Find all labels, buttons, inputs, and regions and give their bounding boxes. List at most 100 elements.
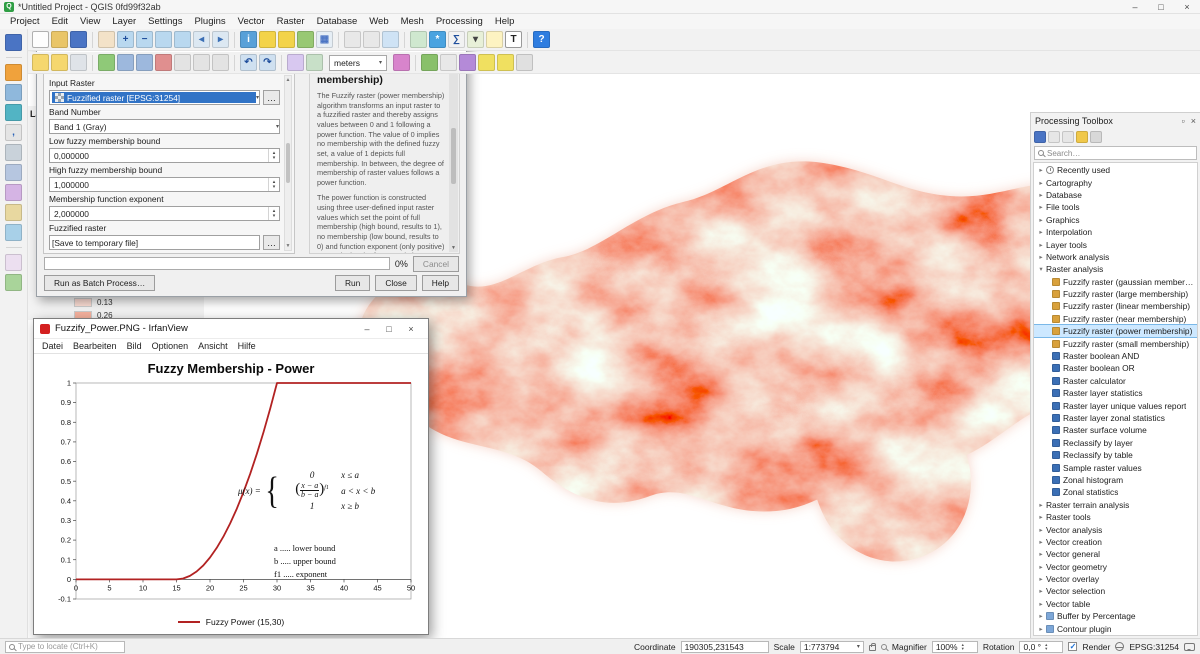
help-button[interactable]: Help bbox=[422, 275, 459, 291]
iv-menu-datei[interactable]: Datei bbox=[37, 341, 68, 351]
menu-layer[interactable]: Layer bbox=[106, 16, 142, 27]
snapping-options-icon[interactable] bbox=[393, 54, 410, 71]
iv-menu-ansicht[interactable]: Ansicht bbox=[193, 341, 233, 351]
undo-icon[interactable]: ↶ bbox=[240, 54, 257, 71]
spin-arrows-icon[interactable]: ▴▾ bbox=[1045, 643, 1047, 651]
results-viewer-icon[interactable] bbox=[1062, 131, 1074, 143]
band-number-combo[interactable]: Band 1 (Gray) ▾ bbox=[49, 119, 280, 134]
deselect-features-icon[interactable] bbox=[278, 31, 295, 48]
maximize-button[interactable]: □ bbox=[1148, 0, 1174, 14]
add-raster-layer-icon[interactable] bbox=[5, 84, 22, 101]
output-browse-button[interactable]: … bbox=[263, 235, 280, 250]
expand-arrow-icon[interactable]: ▸ bbox=[1036, 203, 1046, 211]
group-vector-general[interactable]: ▸Vector general bbox=[1034, 548, 1197, 560]
add-postgis-layer-icon[interactable] bbox=[5, 144, 22, 161]
algorithm-fuzzify-raster-power-membership[interactable]: Fuzzify raster (power membership) bbox=[1034, 325, 1197, 337]
group-layer-tools[interactable]: ▸Layer tools bbox=[1034, 238, 1197, 250]
group-vector-geometry[interactable]: ▸Vector geometry bbox=[1034, 561, 1197, 573]
pan-map-icon[interactable] bbox=[98, 31, 115, 48]
group-vector-selection[interactable]: ▸Vector selection bbox=[1034, 585, 1197, 597]
menu-view[interactable]: View bbox=[74, 16, 106, 27]
data-source-manager-icon[interactable] bbox=[5, 34, 22, 51]
algorithm-reclassify-by-layer[interactable]: Reclassify by layer bbox=[1034, 437, 1197, 449]
parameters-scrollbar[interactable]: ▲▼ bbox=[284, 75, 292, 251]
diagram-options-icon[interactable] bbox=[516, 54, 533, 71]
iv-close-button[interactable]: × bbox=[400, 322, 422, 336]
project-open-icon[interactable] bbox=[51, 31, 68, 48]
group-file-tools[interactable]: ▸File tools bbox=[1034, 201, 1197, 213]
group-recently-used[interactable]: ▸Recently used bbox=[1034, 164, 1197, 176]
menu-raster[interactable]: Raster bbox=[271, 16, 311, 27]
batch-process-button[interactable]: Run as Batch Process… bbox=[44, 275, 155, 291]
new-geopackage-layer-icon[interactable] bbox=[5, 274, 22, 291]
help-scrollbar[interactable]: ▲▼ bbox=[449, 59, 458, 252]
iv-menu-hilfe[interactable]: Hilfe bbox=[233, 341, 261, 351]
group-raster-terrain-analysis[interactable]: ▸Raster terrain analysis bbox=[1034, 499, 1197, 511]
identify-features-icon[interactable]: i bbox=[240, 31, 257, 48]
group-network-analysis[interactable]: ▸Network analysis bbox=[1034, 251, 1197, 263]
lock-scale-icon[interactable] bbox=[869, 645, 876, 651]
expand-arrow-icon[interactable]: ▸ bbox=[1036, 550, 1046, 558]
expand-arrow-icon[interactable]: ▸ bbox=[1036, 191, 1046, 199]
vertex-marker-icon[interactable] bbox=[421, 54, 438, 71]
group-buffer-by-percentage[interactable]: ▸Buffer by Percentage bbox=[1034, 610, 1197, 622]
run-button[interactable]: Run bbox=[335, 275, 370, 291]
expand-arrow-icon[interactable]: ▸ bbox=[1036, 241, 1046, 249]
menu-settings[interactable]: Settings bbox=[142, 16, 188, 27]
menu-web[interactable]: Web bbox=[363, 16, 394, 27]
zoom-last-icon[interactable]: ◂ bbox=[193, 31, 210, 48]
expand-arrow-icon[interactable]: ▸ bbox=[1036, 563, 1046, 571]
expand-arrow-icon[interactable]: ▸ bbox=[1036, 513, 1046, 521]
project-save-icon[interactable] bbox=[70, 31, 87, 48]
project-new-icon[interactable] bbox=[32, 31, 49, 48]
merge-features-icon[interactable] bbox=[306, 54, 323, 71]
models-menu-icon[interactable] bbox=[1034, 131, 1046, 143]
help-contents-icon[interactable]: ? bbox=[533, 31, 550, 48]
processing-toolbox-icon[interactable]: * bbox=[429, 31, 446, 48]
avoid-intersections-icon[interactable] bbox=[459, 54, 476, 71]
spin-arrows-icon[interactable]: ▴▾ bbox=[268, 207, 279, 220]
layer-labeling-icon[interactable] bbox=[478, 54, 495, 71]
algorithm-raster-layer-zonal-statistics[interactable]: Raster layer zonal statistics bbox=[1034, 412, 1197, 424]
add-spatialite-layer-icon[interactable] bbox=[5, 164, 22, 181]
cancel-button[interactable]: Cancel bbox=[413, 256, 459, 272]
input-raster-combo[interactable]: Fuzzified raster [EPSG:31254] ▾ bbox=[49, 90, 260, 105]
expand-arrow-icon[interactable]: ▸ bbox=[1036, 526, 1046, 534]
current-edits-icon[interactable] bbox=[32, 54, 49, 71]
close-button[interactable]: × bbox=[1174, 0, 1200, 14]
zoom-in-icon[interactable]: + bbox=[117, 31, 134, 48]
expand-arrow-icon[interactable]: ▸ bbox=[1036, 501, 1046, 509]
iv-menu-optionen[interactable]: Optionen bbox=[147, 341, 194, 351]
show-layout-manager-icon[interactable] bbox=[363, 31, 380, 48]
add-wfs-layer-icon[interactable] bbox=[5, 224, 22, 241]
menu-project[interactable]: Project bbox=[4, 16, 46, 27]
algorithm-raster-layer-unique-values-report[interactable]: Raster layer unique values report bbox=[1034, 399, 1197, 411]
menu-mesh[interactable]: Mesh bbox=[395, 16, 430, 27]
map-tips-icon[interactable] bbox=[486, 31, 503, 48]
iv-maximize-button[interactable]: □ bbox=[378, 322, 400, 336]
select-features-icon[interactable] bbox=[259, 31, 276, 48]
algorithm-fuzzify-raster-gaussian-membership[interactable]: Fuzzify raster (gaussian membership) bbox=[1034, 276, 1197, 288]
expand-arrow-icon[interactable]: ▸ bbox=[1036, 253, 1046, 261]
minimize-button[interactable]: – bbox=[1122, 0, 1148, 14]
add-wcs-layer-icon[interactable] bbox=[5, 204, 22, 221]
attribute-table-icon[interactable]: ▦ bbox=[316, 31, 333, 48]
zoom-next-icon[interactable]: ▸ bbox=[212, 31, 229, 48]
text-annotation-icon[interactable]: T bbox=[505, 31, 522, 48]
redo-icon[interactable]: ↷ bbox=[259, 54, 276, 71]
expand-arrow-icon[interactable]: ▸ bbox=[1036, 612, 1046, 620]
close-panel-icon[interactable]: × bbox=[1191, 116, 1196, 126]
toggle-editing-icon[interactable] bbox=[51, 54, 68, 71]
vertex-tool-all-layers-icon[interactable] bbox=[117, 54, 134, 71]
add-wms-layer-icon[interactable] bbox=[5, 184, 22, 201]
expand-arrow-icon[interactable]: ▸ bbox=[1036, 538, 1046, 546]
scale-combo[interactable]: 1:773794 ▾ bbox=[800, 641, 864, 653]
algorithm-raster-boolean-and[interactable]: Raster boolean AND bbox=[1034, 350, 1197, 362]
group-vector-table[interactable]: ▸Vector table bbox=[1034, 598, 1197, 610]
new-shapefile-layer-icon[interactable] bbox=[5, 254, 22, 271]
algorithm-fuzzify-raster-linear-membership[interactable]: Fuzzify raster (linear membership) bbox=[1034, 300, 1197, 312]
processing-search[interactable]: Search… bbox=[1034, 146, 1197, 160]
new-print-layout-icon[interactable] bbox=[344, 31, 361, 48]
layer-diagram-icon[interactable] bbox=[497, 54, 514, 71]
add-delimited-text-layer-icon[interactable]: , bbox=[5, 124, 22, 141]
